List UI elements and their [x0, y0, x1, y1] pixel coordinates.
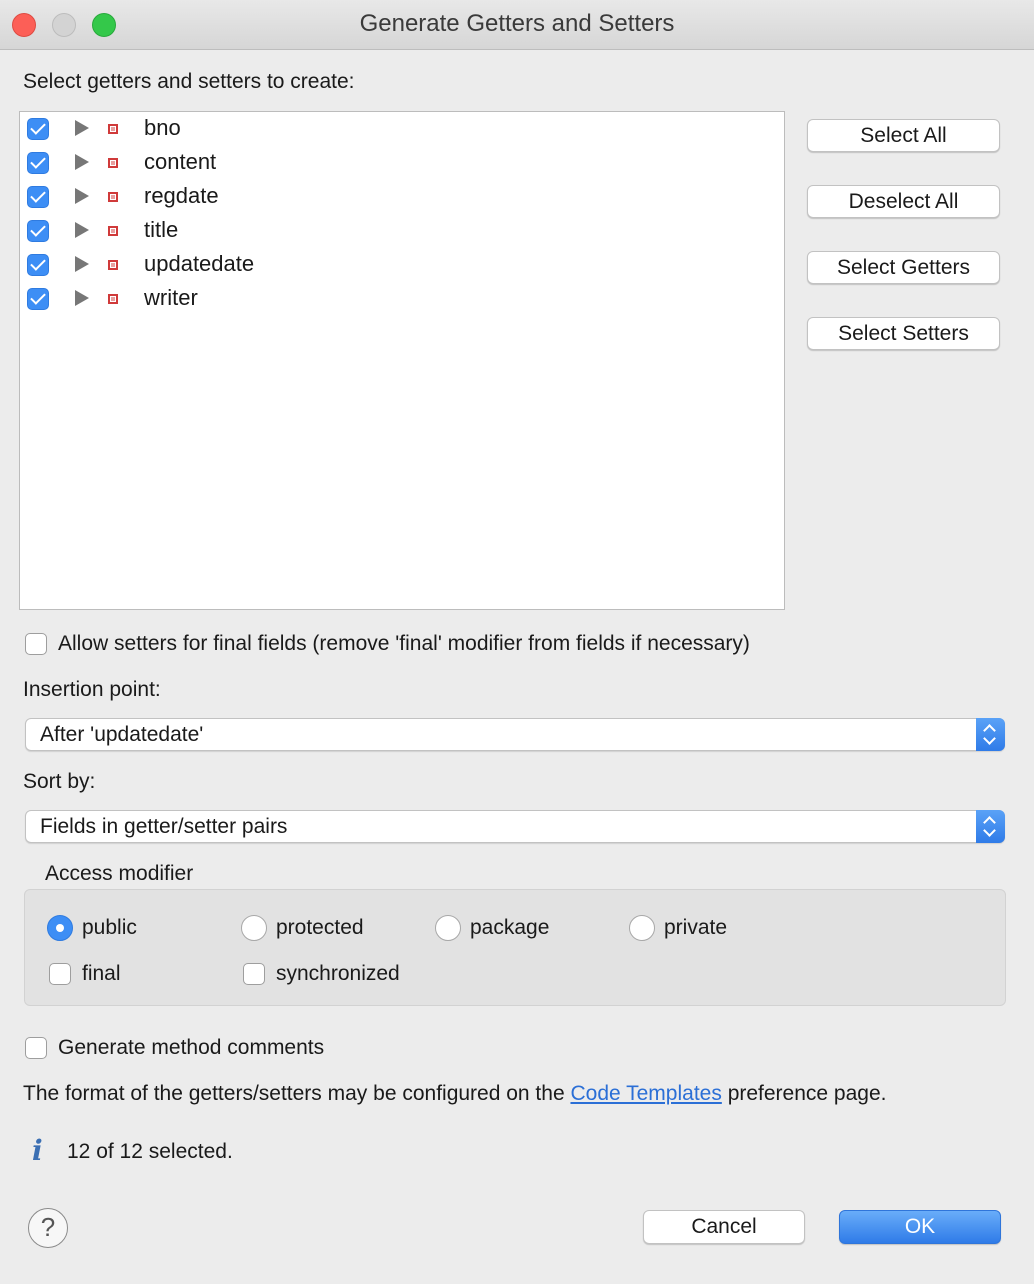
field-checkbox-content[interactable] — [27, 152, 49, 174]
info-icon: i — [32, 1134, 43, 1167]
tree-row-regdate[interactable]: regdate — [20, 180, 780, 214]
format-note-prefix: The format of the getters/setters may be… — [23, 1082, 565, 1105]
package-radio[interactable] — [435, 915, 461, 941]
expand-triangle-icon[interactable] — [75, 290, 89, 306]
sort-by-select[interactable]: Fields in getter/setter pairs — [25, 810, 1005, 843]
field-checkbox-regdate[interactable] — [27, 186, 49, 208]
private-field-icon — [108, 192, 118, 202]
code-templates-link[interactable]: Code Templates — [570, 1082, 721, 1105]
field-checkbox-bno[interactable] — [27, 118, 49, 140]
tree-row-bno[interactable]: bno — [20, 112, 780, 146]
private-field-icon — [108, 158, 118, 168]
final-checkbox[interactable] — [49, 963, 71, 985]
field-checkbox-title[interactable] — [27, 220, 49, 242]
private-field-icon — [108, 294, 118, 304]
chevron-up-down-icon — [976, 810, 1005, 843]
sort-by-label: Sort by: — [23, 770, 96, 793]
title-bar: Generate Getters and Setters — [0, 0, 1034, 50]
selection-status: 12 of 12 selected. — [67, 1140, 233, 1163]
final-label: final — [82, 962, 121, 985]
select-all-button[interactable]: Select All — [807, 119, 1000, 152]
public-radio[interactable] — [47, 915, 73, 941]
generate-comments-label: Generate method comments — [58, 1036, 325, 1059]
public-label: public — [82, 916, 137, 939]
expand-triangle-icon[interactable] — [75, 222, 89, 238]
access-modifier-group: public protected package private final s… — [24, 889, 1006, 1006]
field-name: regdate — [144, 183, 219, 208]
field-name: title — [144, 217, 179, 242]
expand-triangle-icon[interactable] — [75, 154, 89, 170]
format-note: The format of the getters/setters may be… — [23, 1082, 886, 1106]
insertion-point-select[interactable]: After 'updatedate' — [25, 718, 1005, 751]
help-icon[interactable]: ? — [28, 1208, 68, 1248]
ok-button[interactable]: OK — [839, 1210, 1001, 1244]
cancel-button[interactable]: Cancel — [643, 1210, 805, 1244]
field-checkbox-writer[interactable] — [27, 288, 49, 310]
field-name: content — [144, 149, 217, 174]
private-field-icon — [108, 260, 118, 270]
insertion-point-label: Insertion point: — [23, 678, 161, 701]
expand-triangle-icon[interactable] — [75, 188, 89, 204]
select-setters-button[interactable]: Select Setters — [807, 317, 1000, 350]
tree-row-title[interactable]: title — [20, 214, 780, 248]
field-name: updatedate — [144, 251, 255, 276]
private-label: private — [664, 916, 728, 939]
private-radio[interactable] — [629, 915, 655, 941]
protected-radio[interactable] — [241, 915, 267, 941]
private-field-icon — [108, 124, 118, 134]
field-name: writer — [144, 285, 198, 310]
protected-label: protected — [276, 916, 364, 939]
format-note-suffix: preference page. — [727, 1082, 887, 1105]
expand-triangle-icon[interactable] — [75, 256, 89, 272]
synchronized-label: synchronized — [276, 962, 400, 985]
select-getters-button[interactable]: Select Getters — [807, 251, 1000, 284]
access-modifier-label: Access modifier — [45, 862, 194, 885]
deselect-all-button[interactable]: Deselect All — [807, 185, 1000, 218]
synchronized-checkbox[interactable] — [243, 963, 265, 985]
tree-row-writer[interactable]: writer — [20, 282, 780, 316]
field-checkbox-updatedate[interactable] — [27, 254, 49, 276]
allow-final-setters-checkbox[interactable] — [25, 633, 47, 655]
generate-comments-checkbox[interactable] — [25, 1037, 47, 1059]
chevron-up-down-icon — [976, 718, 1005, 751]
field-name: bno — [144, 115, 181, 140]
private-field-icon — [108, 226, 118, 236]
sort-by-value: Fields in getter/setter pairs — [40, 815, 288, 838]
tree-row-content[interactable]: content — [20, 146, 780, 180]
package-label: package — [470, 916, 550, 939]
expand-triangle-icon[interactable] — [75, 120, 89, 136]
window-title: Generate Getters and Setters — [359, 10, 675, 37]
allow-final-setters-label: Allow setters for final fields (remove '… — [58, 632, 750, 655]
fields-tree[interactable]: bno content regdate title updatedate wri… — [19, 111, 785, 610]
tree-row-updatedate[interactable]: updatedate — [20, 248, 780, 282]
list-heading: Select getters and setters to create: — [23, 70, 355, 93]
insertion-point-value: After 'updatedate' — [40, 723, 204, 746]
